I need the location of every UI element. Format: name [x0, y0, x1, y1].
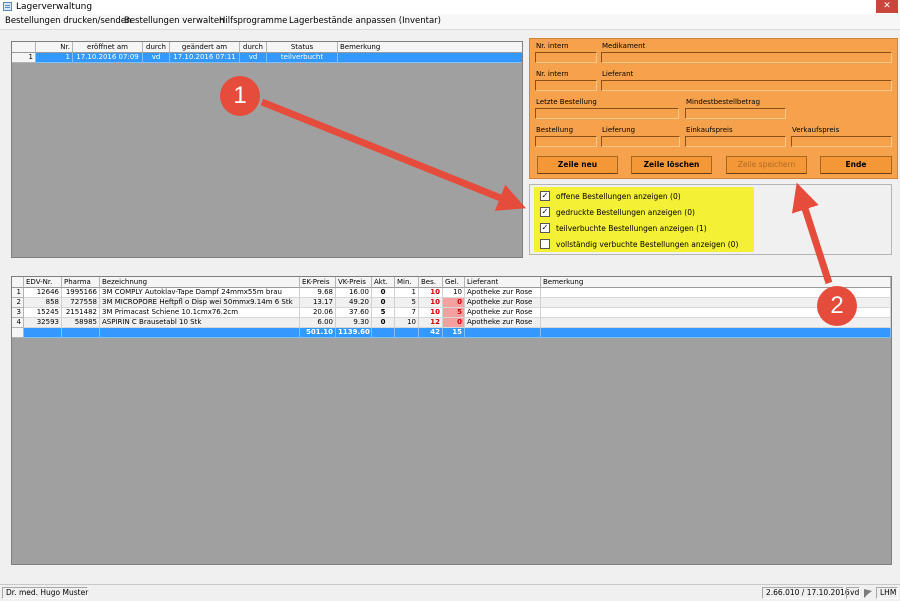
annotation-arrow-2 — [791, 182, 833, 285]
annotation-arrows — [260, 98, 833, 285]
annotation-badge-2: 2 — [817, 286, 857, 326]
annotation-badge-1: 1 — [220, 76, 260, 116]
annotation-arrow-1 — [260, 98, 526, 211]
